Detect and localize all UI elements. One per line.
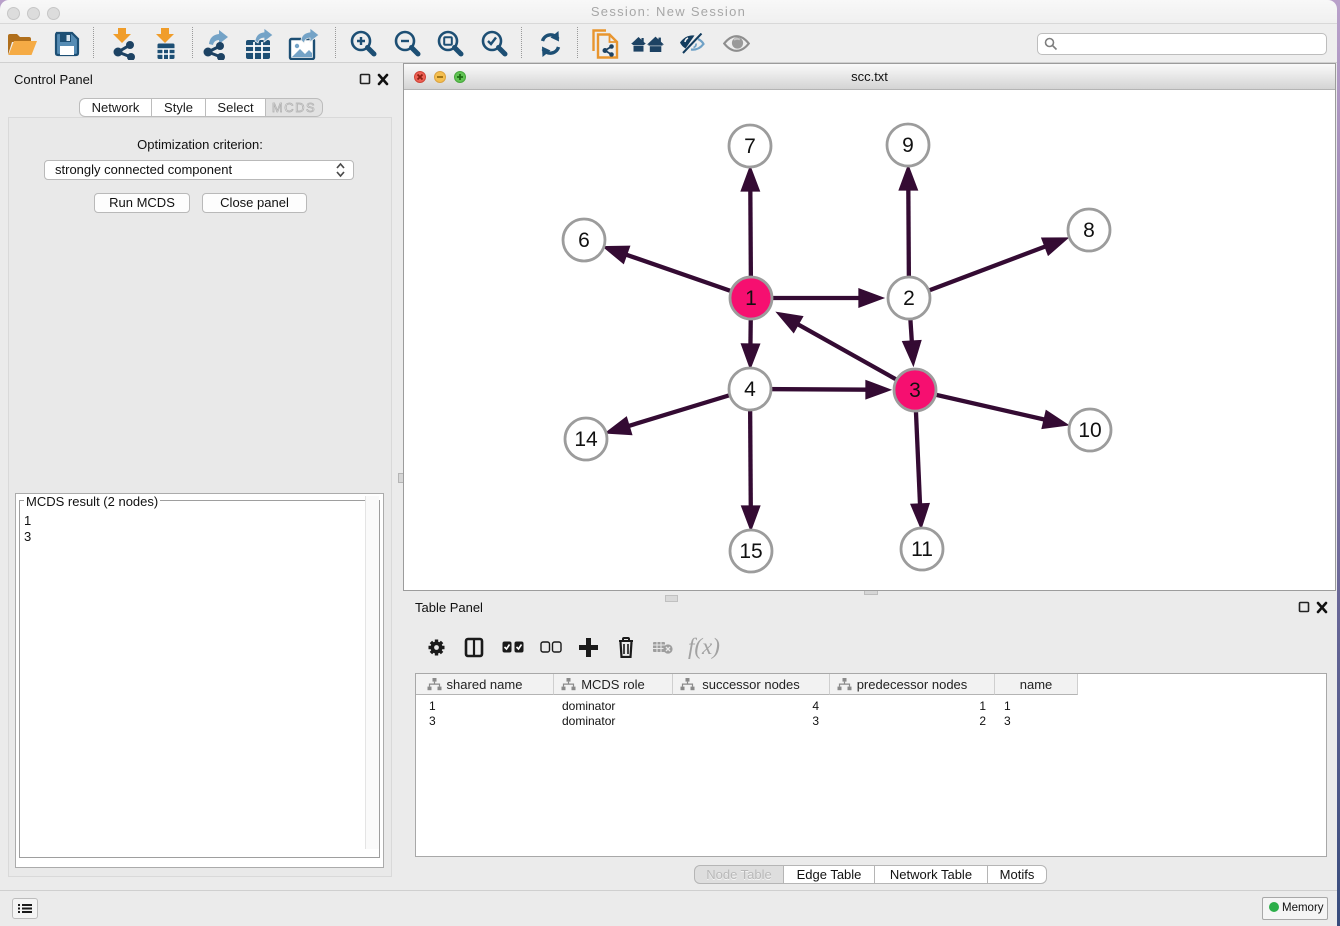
svg-text:4: 4 bbox=[744, 378, 756, 401]
svg-text:7: 7 bbox=[744, 135, 756, 158]
svg-text:10: 10 bbox=[1078, 419, 1101, 442]
svg-text:15: 15 bbox=[739, 540, 762, 563]
svg-text:11: 11 bbox=[911, 538, 933, 561]
svg-text:1: 1 bbox=[745, 287, 757, 310]
svg-text:8: 8 bbox=[1083, 219, 1095, 242]
svg-text:6: 6 bbox=[578, 229, 590, 252]
svg-text:9: 9 bbox=[902, 134, 914, 157]
svg-text:2: 2 bbox=[903, 287, 915, 310]
svg-text:3: 3 bbox=[909, 379, 921, 402]
svg-text:14: 14 bbox=[574, 428, 598, 451]
